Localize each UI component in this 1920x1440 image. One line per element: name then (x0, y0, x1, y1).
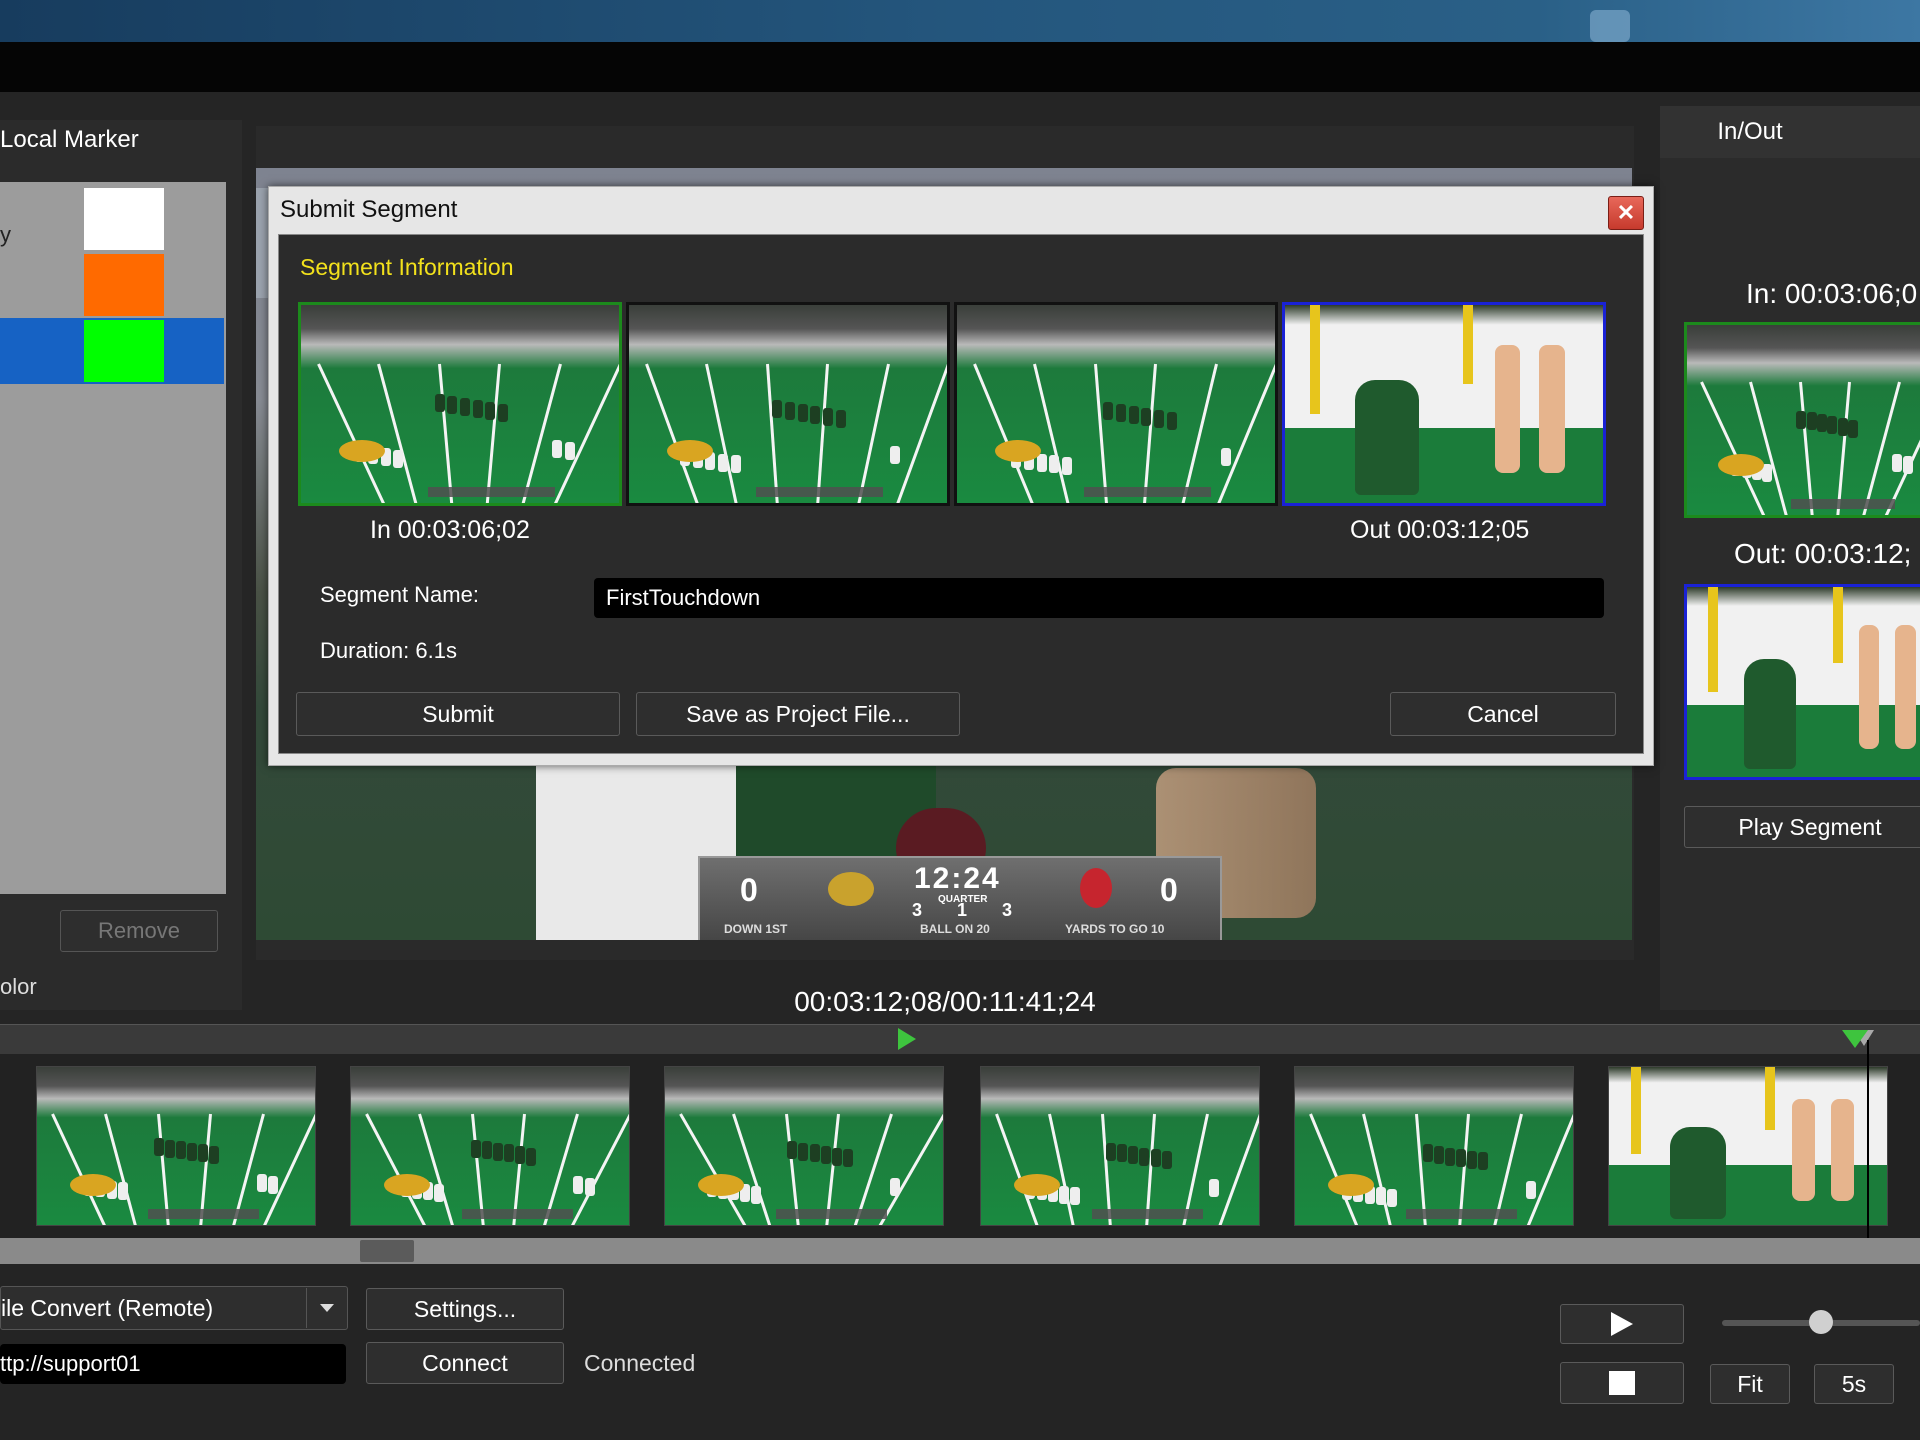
timeline-scrollbar-thumb[interactable] (360, 1240, 414, 1262)
step-5s-button[interactable]: 5s (1814, 1364, 1894, 1404)
segment-name-label: Segment Name: (320, 582, 479, 607)
stop-button[interactable] (1560, 1362, 1684, 1404)
color-label: olor (0, 974, 37, 999)
tab-in-out[interactable]: In/Out (1660, 106, 1920, 158)
connection-status: Connected (584, 1350, 696, 1376)
color-swatch-green[interactable] (84, 320, 164, 382)
marker-label: y (0, 222, 11, 247)
scorebug: 0 12:24 QUARTER 3 1 3 0 DOWN 1ST BALL ON… (698, 856, 1222, 940)
play-icon (1611, 1312, 1633, 1336)
quarter-values: 3 1 3 (912, 900, 1012, 921)
local-marker-title: Local Marker (0, 126, 139, 153)
playback-timecode: 00:03:12;08/00:11:41;24 (794, 986, 1096, 1017)
home-score: 0 (740, 872, 758, 908)
away-team-logo (1080, 868, 1112, 908)
cancel-button[interactable]: Cancel (1390, 692, 1616, 736)
filmstrip-frame[interactable] (1608, 1066, 1888, 1226)
filmstrip-frame[interactable] (980, 1066, 1260, 1226)
timeouts-left: 3 (912, 900, 923, 920)
server-url-input[interactable]: ttp://support01 (0, 1344, 346, 1384)
settings-button[interactable]: Settings... (366, 1288, 564, 1330)
ball-on-text: BALL ON 20 (920, 922, 990, 936)
game-clock: 12:24 (914, 862, 1001, 895)
home-team-logo (828, 872, 874, 906)
in-point-label: In: 00:03:06;0 (1746, 278, 1918, 309)
segment-out-thumbnail[interactable] (1282, 302, 1606, 506)
segment-thumbnail[interactable] (954, 302, 1278, 506)
segment-name-input[interactable]: FirstTouchdown (594, 578, 1604, 618)
in-marker-icon[interactable] (898, 1028, 916, 1050)
play-button[interactable] (1560, 1304, 1684, 1344)
chevron-down-icon[interactable] (306, 1288, 347, 1328)
segment-in-thumbnail[interactable] (298, 302, 622, 506)
zoom-slider-handle[interactable] (1809, 1310, 1833, 1334)
away-score: 0 (1160, 872, 1178, 908)
fit-button[interactable]: Fit (1710, 1364, 1790, 1404)
timeline-scrollbar[interactable] (0, 1238, 1920, 1264)
out-point-thumbnail[interactable] (1684, 584, 1920, 780)
play-segment-button[interactable]: Play Segment (1684, 806, 1920, 848)
title-bar (0, 42, 1920, 92)
filmstrip-frame[interactable] (350, 1066, 630, 1226)
playhead-line[interactable] (1867, 1040, 1869, 1238)
timeouts-right: 3 (1001, 900, 1012, 920)
save-project-button[interactable]: Save as Project File... (636, 692, 960, 736)
timeline-ruler[interactable] (0, 1024, 1920, 1055)
submit-button[interactable]: Submit (296, 692, 620, 736)
out-point-label: Out: 00:03:12; (1734, 538, 1912, 569)
desktop-background (0, 0, 1920, 42)
quarter-number: 1 (956, 900, 967, 920)
color-swatch-orange[interactable] (84, 254, 164, 316)
color-swatch-white[interactable] (84, 188, 164, 250)
segment-in-label: In 00:03:06;02 (370, 516, 530, 544)
out-marker-icon[interactable] (1842, 1030, 1868, 1048)
yards-to-go-text: YARDS TO GO 10 (1065, 922, 1165, 936)
dialog-title: Submit Segment (280, 196, 458, 223)
filmstrip-frame[interactable] (664, 1066, 944, 1226)
in-point-thumbnail[interactable] (1684, 322, 1920, 518)
filmstrip-frame[interactable] (36, 1066, 316, 1226)
tab-in-out-label: In/Out (1717, 118, 1783, 145)
connect-button[interactable]: Connect (366, 1342, 564, 1384)
close-icon[interactable]: ✕ (1608, 196, 1644, 230)
down-text: DOWN 1ST (724, 922, 788, 936)
remove-button[interactable]: Remove (60, 910, 218, 952)
mode-dropdown-value: ile Convert (Remote) (1, 1294, 214, 1321)
mode-dropdown[interactable]: ile Convert (Remote) (0, 1286, 348, 1330)
segment-out-label: Out 00:03:12;05 (1350, 516, 1530, 544)
segment-thumbnail[interactable] (626, 302, 950, 506)
segment-information-heading: Segment Information (300, 254, 514, 280)
duration-label: Duration: 6.1s (320, 638, 457, 663)
stop-icon (1609, 1371, 1635, 1395)
filmstrip-frame[interactable] (1294, 1066, 1574, 1226)
